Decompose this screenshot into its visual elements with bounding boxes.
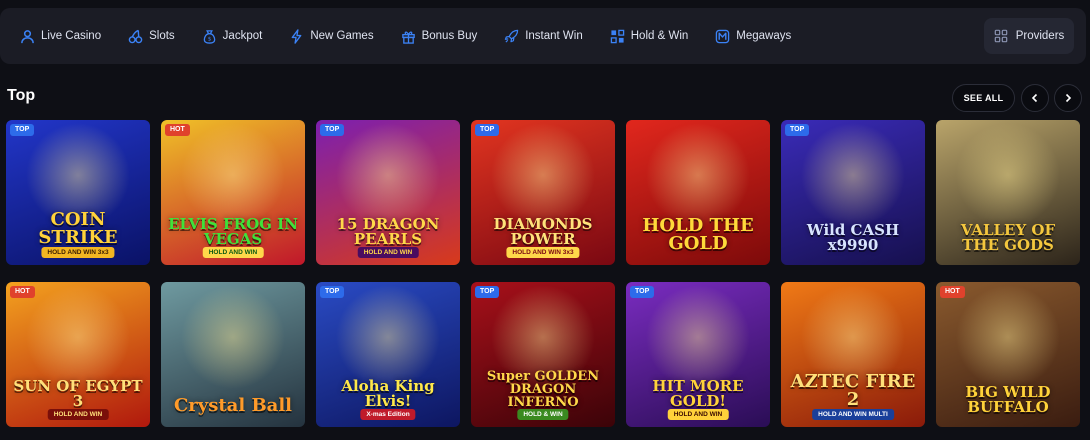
game-title: 15 DRAGON PEARLS — [336, 215, 440, 248]
game-title: HOLD THE GOLD — [642, 215, 754, 254]
game-badge: TOP — [785, 124, 810, 136]
nav-item-label: Slots — [149, 30, 175, 42]
game-badge: TOP — [475, 286, 500, 298]
game-card[interactable]: TOP DIAMONDS POWER HOLD AND WIN 3x3 — [471, 120, 615, 265]
game-card[interactable]: TOP Super GOLDEN DRAGON INFERNO HOLD & W… — [471, 282, 615, 427]
game-badge: HOT — [165, 124, 190, 136]
game-title: SUN OF EGYPT 3 — [13, 377, 143, 410]
game-title: HIT MORE GOLD! — [652, 377, 744, 410]
nav-item-new-games[interactable]: New Games — [289, 8, 374, 64]
game-card[interactable]: Crystal Ball — [161, 282, 305, 427]
nav-item-label: Bonus Buy — [421, 30, 478, 42]
game-badge: TOP — [10, 124, 35, 136]
nav-item-live-casino[interactable]: Live Casino — [20, 8, 101, 64]
next-arrow-button[interactable] — [1054, 84, 1082, 112]
providers-label: Providers — [1015, 30, 1065, 42]
chevron-right-icon — [1065, 93, 1072, 103]
game-card[interactable]: TOP HIT MORE GOLD! HOLD AND WIN — [626, 282, 770, 427]
game-card[interactable]: TOP Wild CASH x9990 — [781, 120, 925, 265]
game-badge: TOP — [630, 286, 655, 298]
game-subtitle: HOLD AND WIN 3x3 — [41, 247, 115, 258]
game-title: VALLEY OF THE GODS — [960, 221, 1056, 254]
game-title: Wild CASH x9990 — [806, 221, 900, 254]
game-badge: HOT — [940, 286, 965, 298]
game-card[interactable]: HOT SUN OF EGYPT 3 HOLD AND WIN — [6, 282, 150, 427]
lightning-icon — [291, 28, 302, 44]
game-badge: HOT — [10, 286, 35, 298]
nav-item-hold-and-win[interactable]: Hold & Win — [610, 8, 689, 64]
nav-item-label: Hold & Win — [630, 30, 689, 42]
game-card[interactable]: HOT BIG WILD BUFFALO — [936, 282, 1080, 427]
game-card[interactable]: HOLD THE GOLD — [626, 120, 770, 265]
section-title: Top — [7, 87, 36, 104]
gift-icon — [401, 30, 415, 44]
category-nav-bar: Live Casino Slots $ Jackpot New Games Bo… — [0, 8, 1086, 64]
game-badge: TOP — [320, 286, 345, 298]
game-card[interactable]: HOT ELVIS FROG IN VEGAS HOLD AND WIN — [161, 120, 305, 265]
game-subtitle: X-mas Edition — [360, 409, 416, 420]
game-subtitle: HOLD AND WIN 3x3 — [506, 247, 580, 258]
previous-arrow-button[interactable] — [1021, 84, 1049, 112]
nav-item-jackpot[interactable]: $ Jackpot — [202, 8, 263, 64]
megaways-m-icon — [716, 29, 730, 43]
puzzle-icon — [610, 29, 624, 43]
game-title: Crystal Ball — [173, 395, 293, 416]
game-subtitle: HOLD AND WIN — [357, 247, 419, 258]
svg-text:$: $ — [207, 36, 211, 42]
rocket-icon — [505, 29, 519, 43]
game-subtitle: HOLD AND WIN MULTI — [812, 409, 894, 420]
game-subtitle: HOLD AND WIN — [202, 247, 264, 258]
nav-item-label: Jackpot — [222, 30, 263, 42]
game-subtitle: HOLD AND WIN — [667, 409, 729, 420]
game-card[interactable]: AZTEC FIRE 2 HOLD AND WIN MULTI — [781, 282, 925, 427]
providers-button[interactable]: Providers — [984, 18, 1074, 54]
money-bag-icon: $ — [203, 29, 215, 44]
game-badge: TOP — [320, 124, 345, 136]
game-card[interactable]: TOP 15 DRAGON PEARLS HOLD AND WIN — [316, 120, 460, 265]
chevron-left-icon — [1031, 93, 1038, 103]
nav-item-label: Live Casino — [41, 30, 102, 42]
nav-item-instant-win[interactable]: Instant Win — [504, 8, 583, 64]
game-title: AZTEC FIRE 2 — [790, 371, 916, 410]
game-card[interactable]: TOP Aloha King Elvis! X-mas Edition — [316, 282, 460, 427]
nav-item-label: New Games — [310, 30, 374, 42]
game-card[interactable]: TOP COIN STRIKE HOLD AND WIN 3x3 — [6, 120, 150, 265]
nav-item-bonus-buy[interactable]: Bonus Buy — [401, 8, 478, 64]
game-badge: TOP — [475, 124, 500, 136]
game-title: DIAMONDS POWER — [493, 215, 593, 248]
nav-item-label: Megaways — [736, 30, 792, 42]
nav-item-megaways[interactable]: Megaways — [715, 8, 791, 64]
game-card[interactable]: VALLEY OF THE GODS — [936, 120, 1080, 265]
game-title: COIN STRIKE — [38, 209, 118, 248]
game-title: Aloha King Elvis! — [341, 377, 435, 410]
game-title: BIG WILD BUFFALO — [965, 383, 1051, 416]
see-all-button[interactable]: SEE ALL — [952, 84, 1015, 112]
cherries-icon — [128, 29, 143, 43]
game-title: ELVIS FROG IN VEGAS — [168, 215, 298, 248]
game-grid: TOP COIN STRIKE HOLD AND WIN 3x3 HOT ELV… — [6, 120, 1080, 427]
grid-icon — [994, 29, 1008, 43]
game-subtitle: HOLD & WIN — [517, 409, 569, 420]
game-subtitle: HOLD AND WIN — [47, 409, 109, 420]
live-casino-icon — [21, 29, 34, 43]
nav-item-label: Instant Win — [525, 30, 583, 42]
game-title: Super GOLDEN DRAGON INFERNO — [486, 369, 600, 410]
nav-item-slots[interactable]: Slots — [128, 8, 175, 64]
